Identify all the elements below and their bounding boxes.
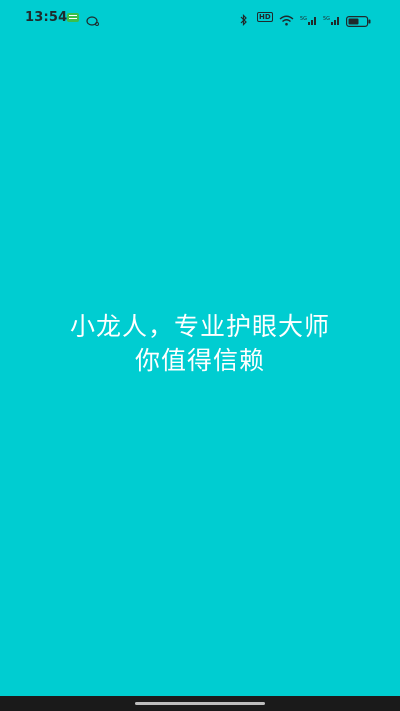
home-gesture-handle[interactable]	[135, 702, 265, 705]
message-icon	[67, 13, 79, 22]
hd-icon: HD	[257, 12, 273, 22]
svg-text:5G: 5G	[300, 16, 307, 22]
status-bar: 13:54 HD 5G 5G	[0, 0, 400, 36]
battery-icon	[346, 12, 372, 31]
splash-line-1: 小龙人，专业护眼大师	[69, 312, 330, 341]
signal-icon: 5G	[323, 11, 341, 30]
navigation-bar	[0, 696, 400, 711]
signal-icon: 5G	[300, 11, 318, 30]
splash-line-2: 你值得信赖	[134, 346, 265, 375]
chat-icon	[86, 12, 100, 31]
status-time: 13:54	[25, 10, 68, 25]
svg-text:5G: 5G	[323, 16, 330, 22]
splash-screen: 13:54 HD 5G 5G 小龙人，专业护眼大师 你值得信赖	[0, 0, 400, 711]
bluetooth-icon	[240, 11, 248, 30]
wifi-icon	[279, 11, 294, 30]
splash-message: 小龙人，专业护眼大师 你值得信赖	[0, 310, 400, 378]
